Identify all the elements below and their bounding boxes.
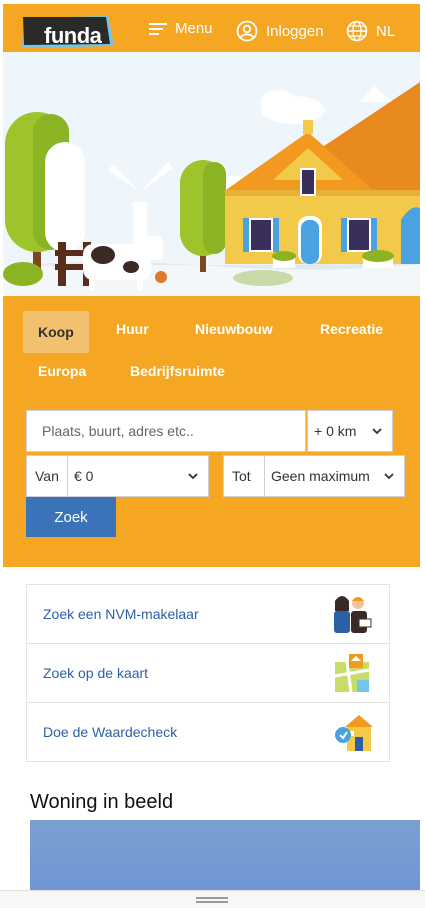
- link-waardecheck[interactable]: Doe de Waardecheck: [43, 724, 177, 740]
- price-from-prefix: Van: [26, 455, 68, 497]
- user-icon: [236, 20, 258, 42]
- price-to-label: Tot: [232, 468, 251, 484]
- funda-logo[interactable]: funda: [20, 14, 116, 50]
- list-item[interactable]: Zoek een NVM-makelaar: [27, 585, 389, 644]
- price-from-select[interactable]: € 0: [67, 455, 209, 497]
- price-to-prefix: Tot: [223, 455, 265, 497]
- tab-bedrijfsruimte[interactable]: Bedrijfsruimte: [115, 350, 240, 392]
- hero-illustration: [3, 52, 420, 296]
- drag-handle-icon[interactable]: [196, 897, 228, 903]
- price-to-select[interactable]: Geen maximum: [264, 455, 405, 497]
- farm-house-illustration: [3, 52, 420, 296]
- search-button[interactable]: Zoek: [26, 497, 116, 537]
- chevron-down-icon: [372, 427, 382, 434]
- tab-nieuwbouw[interactable]: Nieuwbouw: [180, 308, 288, 350]
- featured-photo[interactable]: [30, 820, 420, 890]
- tab-europa[interactable]: Europa: [23, 350, 101, 392]
- radius-select[interactable]: + 0 km: [307, 410, 393, 452]
- login-button[interactable]: Inloggen: [236, 20, 324, 42]
- chevron-down-icon: [188, 472, 198, 479]
- list-item[interactable]: Doe de Waardecheck: [27, 703, 389, 761]
- location-field[interactable]: [26, 410, 306, 452]
- list-item[interactable]: Zoek op de kaart: [27, 644, 389, 703]
- search-panel: Koop Huur Nieuwbouw Recreatie Europa Bed…: [3, 296, 420, 567]
- link-makelaar[interactable]: Zoek een NVM-makelaar: [43, 606, 199, 622]
- language-button[interactable]: NL: [346, 20, 395, 42]
- quick-links: Zoek een NVM-makelaar Zoek op de kaart D…: [26, 584, 390, 762]
- chevron-down-icon: [384, 472, 394, 479]
- price-from-label: Van: [35, 468, 59, 484]
- section-title: Woning in beeld: [30, 791, 174, 813]
- location-input[interactable]: [27, 411, 305, 451]
- menu-button[interactable]: Menu: [149, 20, 213, 37]
- site-header: funda Menu Inloggen NL: [3, 4, 420, 52]
- bottom-sheet-bar[interactable]: [0, 890, 425, 908]
- map-icon: [334, 654, 370, 693]
- price-from-value: € 0: [74, 468, 94, 484]
- tab-recreatie[interactable]: Recreatie: [305, 308, 398, 350]
- language-label: NL: [376, 22, 396, 40]
- globe-icon: [346, 20, 368, 42]
- price-to-value: Geen maximum: [271, 468, 370, 484]
- tab-koop[interactable]: Koop: [23, 311, 89, 353]
- login-label: Inloggen: [266, 22, 324, 40]
- hamburger-icon: [149, 22, 167, 35]
- link-kaart[interactable]: Zoek op de kaart: [43, 665, 148, 681]
- menu-label: Menu: [175, 20, 213, 37]
- radius-value: + 0 km: [314, 423, 357, 439]
- house-value-icon: [335, 715, 373, 751]
- logo-text: funda: [44, 23, 102, 48]
- tab-huur[interactable]: Huur: [101, 308, 164, 350]
- makelaar-icon: [334, 596, 372, 633]
